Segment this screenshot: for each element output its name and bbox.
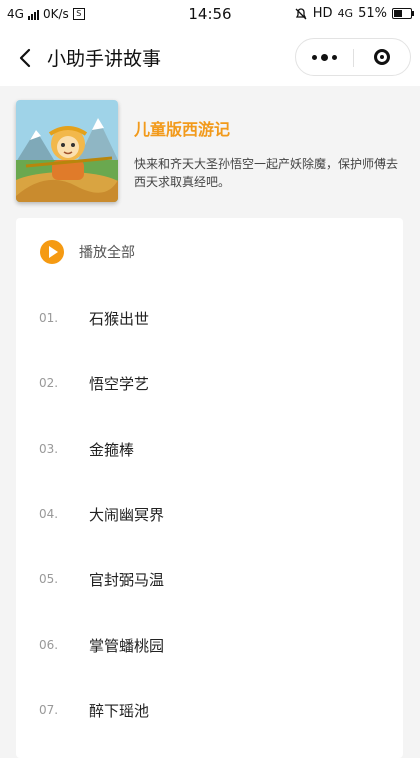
list-item[interactable]: 07. 醉下瑶池: [16, 692, 403, 732]
dot-icon: [321, 53, 328, 61]
item-number: 05.: [39, 572, 59, 586]
hd-label: HD: [312, 6, 333, 21]
dot-icon: [332, 54, 337, 60]
story-list-card: 播放全部 01. 石猴出世 02. 悟空学艺 03. 金箍棒 04. 大闹幽冥界…: [16, 218, 403, 758]
item-title: 掌管蟠桃园: [89, 637, 165, 655]
item-number: 04.: [39, 507, 59, 521]
more-options-button[interactable]: [296, 39, 353, 75]
book-description: 快来和齐天大圣孙悟空一起产妖除魔，保护师傅去西天求取真经吧。: [134, 157, 399, 189]
book-cover-image[interactable]: [16, 100, 118, 202]
capsule-menu: [295, 38, 411, 76]
item-title: 悟空学艺: [89, 375, 150, 393]
item-title: 石猴出世: [89, 310, 150, 328]
list-item[interactable]: 05. 官封弼马温: [16, 561, 403, 601]
book-title: 儿童版西游记: [134, 120, 231, 139]
item-title: 大闹幽冥界: [89, 506, 165, 524]
list-item[interactable]: 06. 掌管蟠桃园: [16, 627, 403, 667]
item-number: 07.: [39, 703, 59, 717]
close-miniprogram-button[interactable]: [354, 39, 410, 75]
item-title: 醉下瑶池: [89, 702, 150, 720]
status-bar: 4G 0K/s S 14:56 HD 4G 51%: [0, 0, 420, 30]
item-title: 官封弼马温: [89, 571, 165, 589]
monkey-king-illustration: [16, 100, 118, 202]
item-title: 金箍棒: [89, 441, 135, 459]
mute-alarm-icon: [295, 7, 307, 19]
battery-percent: 51%: [358, 6, 387, 21]
page-title: 小助手讲故事: [47, 48, 162, 70]
item-number: 03.: [39, 442, 59, 456]
list-item[interactable]: 04. 大闹幽冥界: [16, 496, 403, 536]
battery-icon: [392, 8, 414, 19]
target-circle-icon: [374, 49, 390, 65]
item-number: 06.: [39, 638, 59, 652]
dot-icon: [312, 54, 317, 60]
list-item[interactable]: 01. 石猴出世: [16, 300, 403, 340]
play-all-label: 播放全部: [79, 245, 135, 261]
nav-bar: 小助手讲故事: [0, 30, 420, 86]
play-icon: [40, 240, 64, 264]
network-type-2: 4G: [337, 7, 354, 20]
item-number: 02.: [39, 376, 59, 390]
play-all-button[interactable]: 播放全部: [40, 238, 135, 266]
list-item[interactable]: 02. 悟空学艺: [16, 365, 403, 405]
list-item[interactable]: 03. 金箍棒: [16, 431, 403, 471]
back-arrow-icon[interactable]: [14, 46, 38, 70]
item-number: 01.: [39, 311, 59, 325]
